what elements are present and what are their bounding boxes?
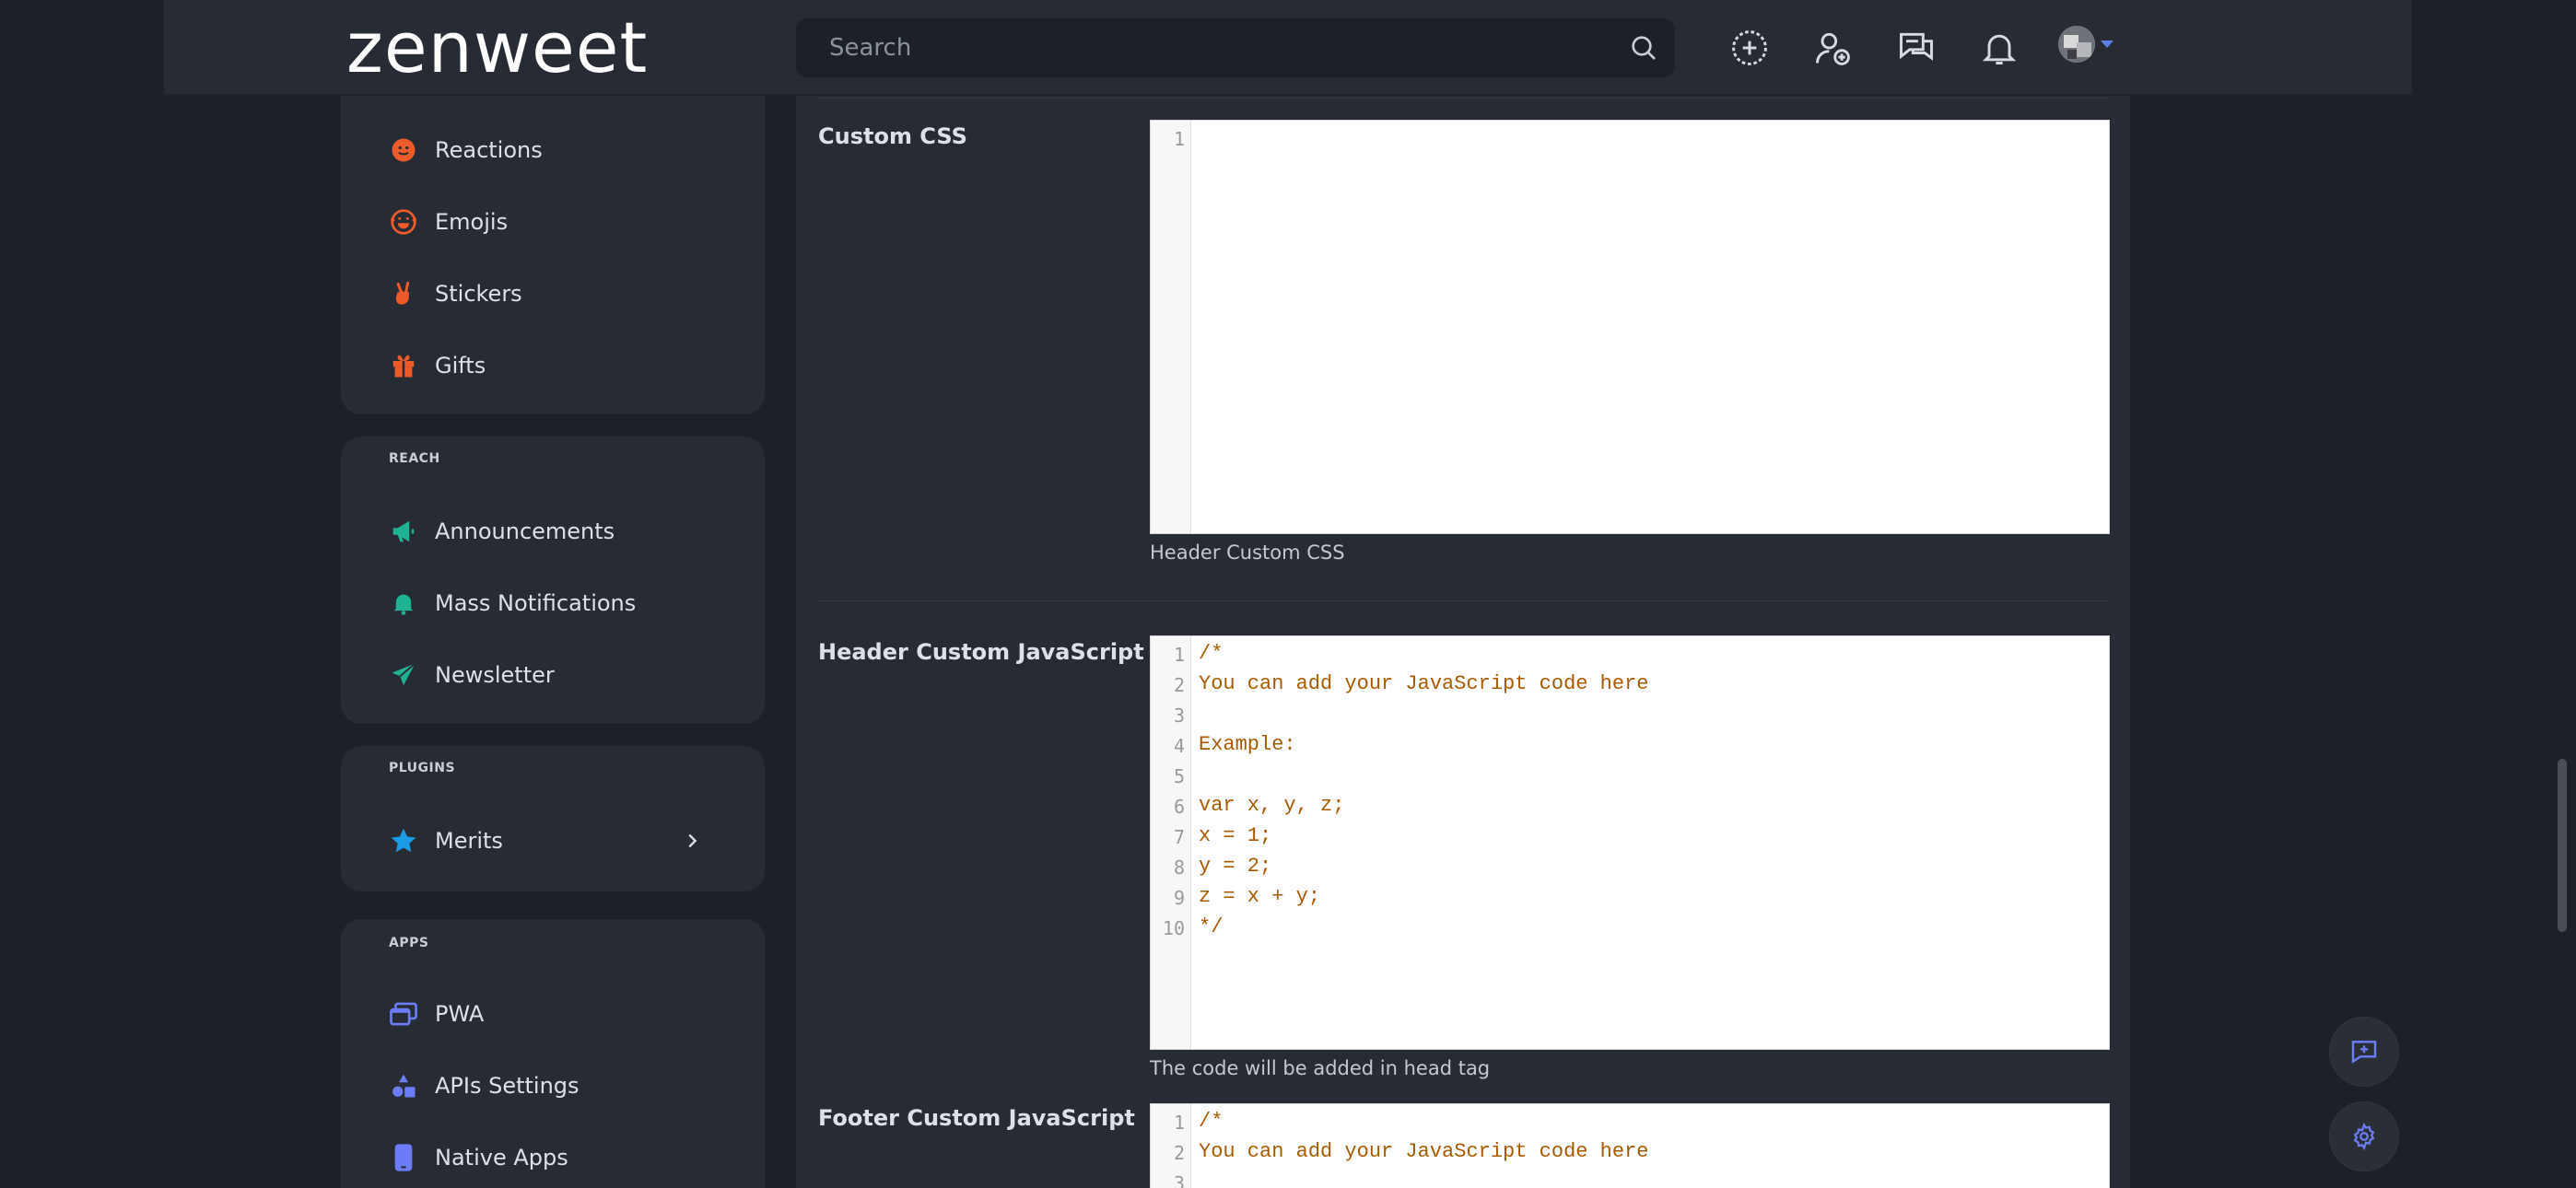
sidebar-item-label: Reactions bbox=[435, 137, 543, 163]
line-number: 2 bbox=[1173, 674, 1185, 696]
create-icon[interactable] bbox=[1729, 28, 1770, 68]
code-line: var x, y, z; bbox=[1199, 794, 1345, 817]
chevron-down-icon[interactable] bbox=[2101, 41, 2113, 48]
laugh-icon bbox=[389, 207, 418, 237]
line-number: 1 bbox=[1173, 128, 1185, 150]
sidebar-item-label: PWA bbox=[435, 1001, 485, 1027]
section-title-plugins: PLUGINS bbox=[389, 761, 456, 775]
header-js-label: Header Custom JavaScript bbox=[818, 639, 1144, 665]
code-line: You can add your JavaScript code here bbox=[1199, 1140, 1649, 1163]
divider bbox=[818, 98, 2110, 99]
peace-hand-icon bbox=[389, 279, 418, 309]
sidebar-item-mass-notifications[interactable]: Mass Notifications bbox=[389, 580, 739, 626]
settings-button[interactable] bbox=[2329, 1101, 2399, 1171]
top-bar: zenweet bbox=[164, 0, 2412, 96]
search-input[interactable] bbox=[796, 18, 1588, 77]
sidebar-panel-reach: REACH Announcements Mass Notifications N… bbox=[341, 437, 765, 724]
divider bbox=[818, 600, 2110, 601]
line-gutter: 1 2 3 4 5 6 7 8 9 10 bbox=[1151, 636, 1191, 1049]
sidebar-item-merits[interactable]: Merits bbox=[389, 818, 739, 864]
line-number: 7 bbox=[1173, 826, 1185, 848]
custom-css-help: Header Custom CSS bbox=[1150, 542, 1345, 564]
sidebar-item-label: Announcements bbox=[435, 518, 615, 544]
sidebar-item-stickers[interactable]: Stickers bbox=[389, 271, 739, 317]
shapes-icon bbox=[389, 1071, 418, 1101]
sidebar-item-native-apps[interactable]: Native Apps bbox=[389, 1135, 739, 1181]
line-gutter: 1 bbox=[1151, 121, 1191, 533]
page-scrollbar[interactable] bbox=[2558, 759, 2567, 932]
line-number: 8 bbox=[1173, 856, 1185, 879]
sidebar-item-label: Native Apps bbox=[435, 1145, 568, 1171]
notifications-icon[interactable] bbox=[1979, 28, 2020, 68]
paper-plane-icon bbox=[389, 660, 418, 690]
footer-js-label: Footer Custom JavaScript bbox=[818, 1105, 1135, 1131]
code-line: /* bbox=[1199, 1110, 1224, 1133]
sidebar-item-pwa[interactable]: PWA bbox=[389, 991, 739, 1037]
sidebar-item-gifts[interactable]: Gifts bbox=[389, 343, 739, 389]
sidebar-item-newsletter[interactable]: Newsletter bbox=[389, 652, 739, 698]
star-icon bbox=[389, 826, 418, 856]
line-number: 4 bbox=[1173, 735, 1185, 757]
code-line: */ bbox=[1199, 915, 1224, 938]
chevron-right-icon[interactable] bbox=[682, 831, 702, 851]
sidebar-item-emojis[interactable]: Emojis bbox=[389, 199, 739, 245]
footer-js-editor[interactable]: 1 2 3 /* You can add your JavaScript cod… bbox=[1150, 1103, 2110, 1188]
smiley-icon bbox=[389, 135, 418, 165]
custom-css-label: Custom CSS bbox=[818, 123, 967, 149]
code-line: x = 1; bbox=[1199, 824, 1272, 847]
sidebar-item-label: Gifts bbox=[435, 353, 486, 379]
code-line: Example: bbox=[1199, 733, 1296, 756]
sidebar-item-label: Mass Notifications bbox=[435, 590, 637, 616]
sidebar-panel-apps: APPS PWA APIs Settings Native Apps bbox=[341, 919, 765, 1188]
header-js-editor[interactable]: 1 2 3 4 5 6 7 8 9 10 /* You can add your… bbox=[1150, 635, 2110, 1050]
custom-css-editor[interactable]: 1 bbox=[1150, 120, 2110, 534]
sidebar-panel-plugins: PLUGINS Merits bbox=[341, 746, 765, 891]
search-icon[interactable] bbox=[1629, 33, 1658, 63]
bell-icon bbox=[389, 588, 418, 618]
avatar[interactable] bbox=[2058, 26, 2095, 63]
sidebar-item-announcements[interactable]: Announcements bbox=[389, 508, 739, 554]
line-number: 9 bbox=[1173, 887, 1185, 909]
header-js-help: The code will be added in head tag bbox=[1150, 1057, 1491, 1079]
code-line: y = 2; bbox=[1199, 855, 1272, 878]
gear-icon bbox=[2353, 1123, 2375, 1150]
line-number: 3 bbox=[1173, 705, 1185, 727]
code-line: /* bbox=[1199, 642, 1224, 665]
line-number: 3 bbox=[1173, 1172, 1185, 1188]
sidebar-item-label: APIs Settings bbox=[435, 1073, 580, 1099]
settings-main: Custom CSS 1 Header Custom CSS Header Cu… bbox=[796, 96, 2130, 1188]
page-root: zenweet Reactions bbox=[0, 0, 2576, 1188]
messages-icon[interactable] bbox=[1896, 28, 1937, 68]
line-number: 5 bbox=[1173, 765, 1185, 787]
line-number: 1 bbox=[1173, 1112, 1185, 1134]
sidebar-item-label: Emojis bbox=[435, 209, 509, 235]
search-box[interactable] bbox=[796, 18, 1675, 77]
add-user-icon[interactable] bbox=[1812, 28, 1853, 68]
line-number: 10 bbox=[1162, 917, 1185, 939]
code-line: You can add your JavaScript code here bbox=[1199, 672, 1649, 695]
line-number: 6 bbox=[1173, 796, 1185, 818]
sidebar-item-reactions[interactable]: Reactions bbox=[389, 127, 739, 173]
phone-icon bbox=[389, 1143, 418, 1172]
sidebar-panel-customize: Reactions Emojis Stickers Gifts bbox=[341, 96, 765, 414]
section-title-apps: APPS bbox=[389, 936, 429, 950]
line-number: 1 bbox=[1173, 644, 1185, 666]
megaphone-icon bbox=[389, 517, 418, 546]
chat-plus-icon bbox=[2351, 1041, 2377, 1064]
sidebar-item-label: Newsletter bbox=[435, 662, 555, 688]
sidebar-item-label: Stickers bbox=[435, 281, 522, 307]
line-gutter: 1 2 3 bbox=[1151, 1104, 1191, 1188]
sidebar-item-apis-settings[interactable]: APIs Settings bbox=[389, 1063, 739, 1109]
gift-icon bbox=[389, 351, 418, 380]
windows-icon bbox=[389, 999, 418, 1029]
new-chat-button[interactable] bbox=[2329, 1017, 2399, 1087]
line-number: 2 bbox=[1173, 1142, 1185, 1164]
sidebar-item-label: Merits bbox=[435, 828, 503, 854]
section-title-reach: REACH bbox=[389, 451, 440, 466]
logo[interactable]: zenweet bbox=[346, 11, 648, 85]
code-line: z = x + y; bbox=[1199, 885, 1321, 908]
